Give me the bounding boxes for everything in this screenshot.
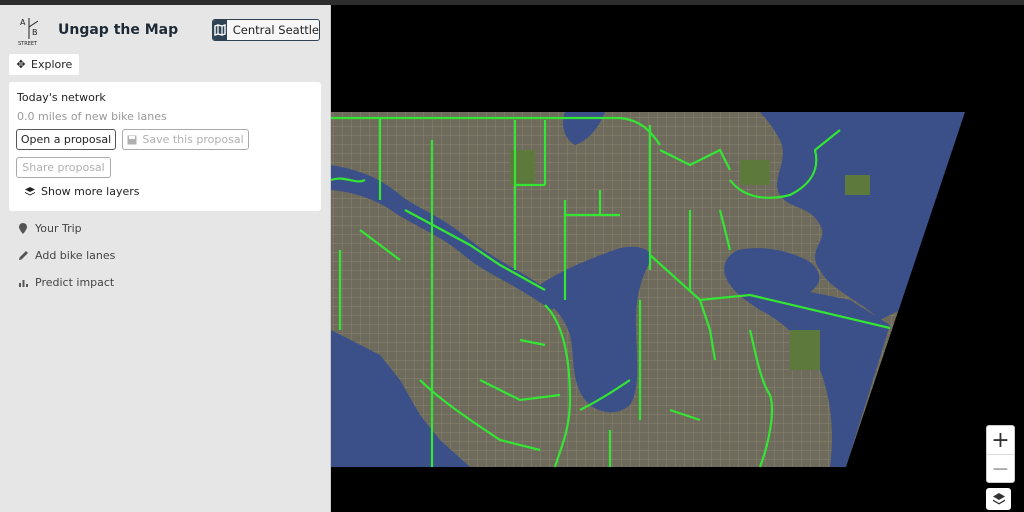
map-park — [740, 160, 770, 185]
show-more-layers-label: Show more layers — [41, 185, 140, 198]
svg-text:B: B — [32, 28, 38, 37]
zoom-controls: + − — [986, 425, 1015, 483]
pencil-icon — [17, 250, 29, 261]
explore-label: Explore — [31, 58, 73, 71]
region-selector-button[interactable]: Central Seattle — [212, 19, 320, 41]
zoom-in-button[interactable]: + — [987, 426, 1014, 454]
map-park — [790, 330, 820, 370]
nav-your-trip[interactable]: Your Trip — [17, 222, 82, 235]
save-icon — [127, 135, 137, 144]
region-label: Central Seattle — [232, 23, 319, 37]
app-title: Ungap the Map — [58, 22, 179, 38]
open-proposal-button[interactable]: Open a proposal — [16, 129, 116, 150]
nav-add-bike-lanes[interactable]: Add bike lanes — [17, 249, 115, 262]
move-arrows-icon: ✥ — [16, 58, 26, 71]
explore-button[interactable]: ✥ Explore — [9, 54, 79, 75]
side-panel: A B STREET Ungap the Map Central Seattle… — [0, 5, 331, 512]
layers-icon — [992, 493, 1005, 505]
layers-icon — [25, 186, 35, 195]
share-proposal-button[interactable]: Share proposal — [16, 157, 111, 178]
panel-header: A B STREET Ungap the Map Central Seattle — [0, 5, 331, 53]
network-card: Today's network 0.0 miles of new bike la… — [9, 82, 321, 211]
nav-predict-impact-label: Predict impact — [35, 276, 115, 289]
network-title: Today's network — [17, 91, 106, 104]
map-park — [845, 175, 870, 195]
zoom-out-button[interactable]: − — [987, 454, 1014, 483]
bar-chart-icon — [17, 278, 29, 287]
a-b-street-logo-icon[interactable]: A B STREET — [16, 15, 46, 47]
map-icon — [213, 20, 227, 40]
save-proposal-button[interactable]: Save this proposal — [122, 129, 249, 150]
map-pin-icon — [17, 223, 29, 234]
map-park — [510, 150, 535, 185]
show-more-layers-button[interactable]: Show more layers — [25, 185, 140, 198]
nav-predict-impact[interactable]: Predict impact — [17, 276, 114, 289]
nav-your-trip-label: Your Trip — [35, 222, 82, 235]
map-layers-button[interactable] — [986, 488, 1011, 510]
network-miles: 0.0 miles of new bike lanes — [17, 110, 167, 123]
save-proposal-label: Save this proposal — [142, 133, 244, 146]
svg-text:STREET: STREET — [18, 41, 38, 47]
nav-add-bike-lanes-label: Add bike lanes — [35, 249, 116, 262]
svg-text:A: A — [20, 18, 26, 27]
